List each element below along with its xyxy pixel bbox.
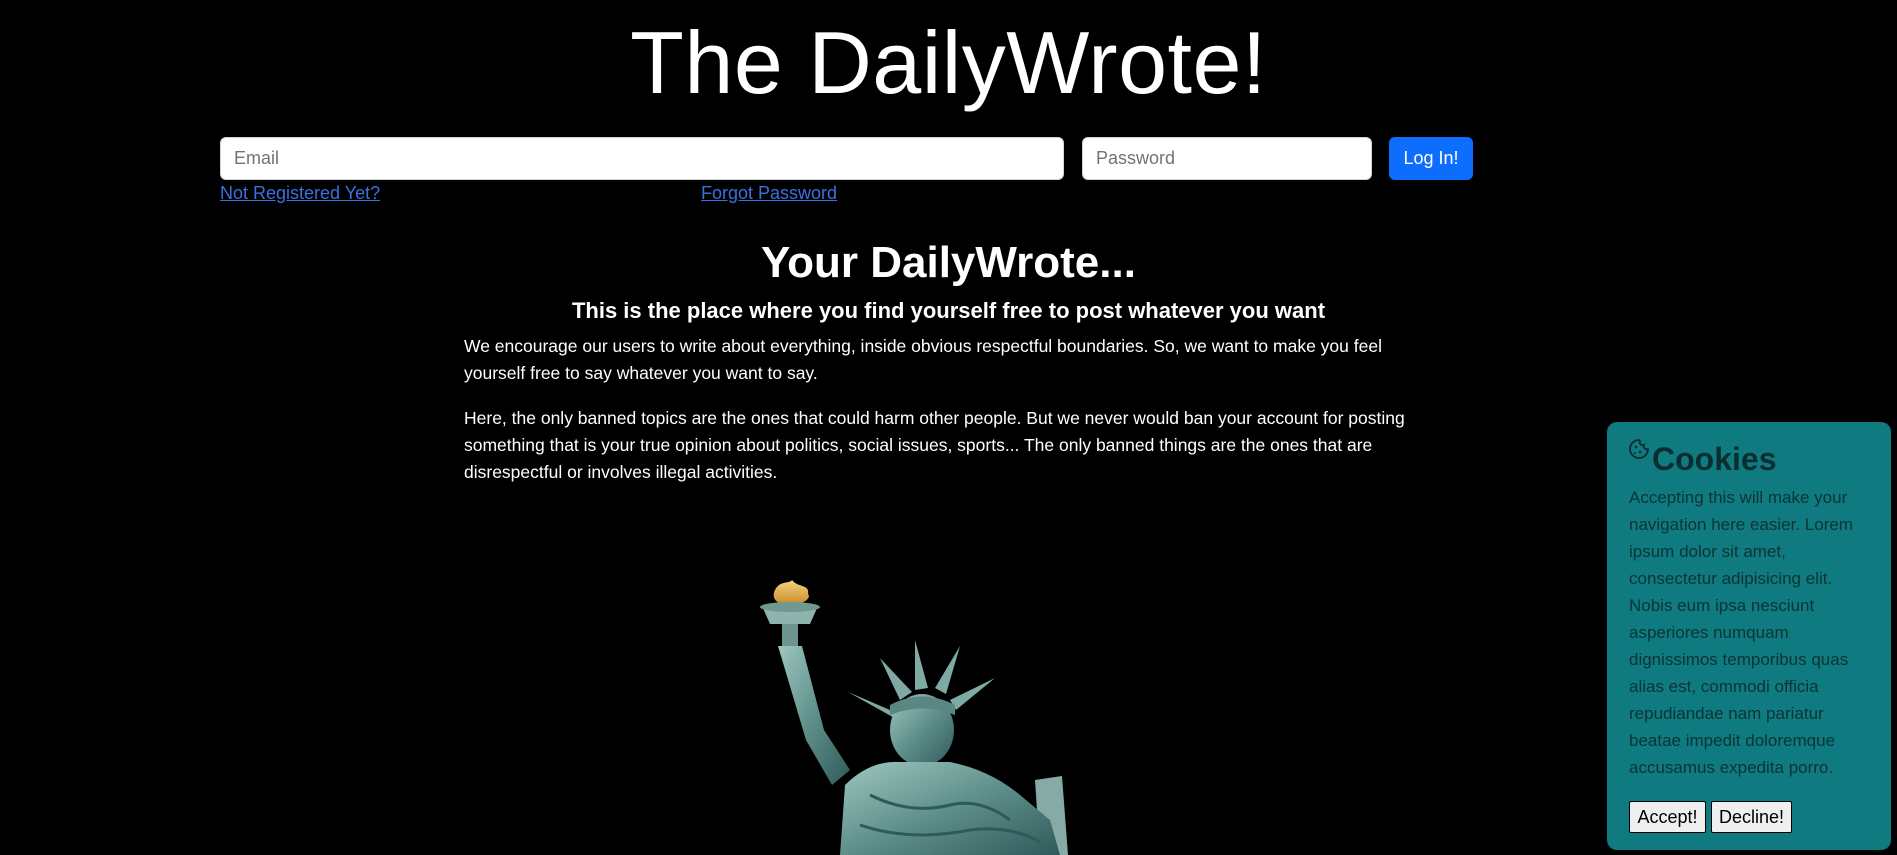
hero-subtitle: This is the place where you find yoursel…	[571, 298, 1326, 323]
decline-cookies-button[interactable]: Decline!	[1711, 801, 1792, 833]
cookie-icon	[1629, 439, 1649, 459]
cookie-heading: Cookies	[1628, 438, 1776, 479]
accept-cookies-button[interactable]: Accept!	[1629, 801, 1706, 833]
statue-of-liberty-image	[760, 580, 1068, 855]
cookie-title: Cookies	[1652, 441, 1777, 477]
cookie-description: Accepting this will make your navigation…	[1629, 488, 1853, 777]
login-button[interactable]: Log In!	[1389, 137, 1473, 180]
forgot-password-link[interactable]: Forgot Password	[701, 183, 837, 204]
register-link[interactable]: Not Registered Yet?	[220, 183, 380, 204]
page: The DailyWrote! Log In! Not Registered Y…	[0, 0, 1897, 855]
rules-paragraph: Here, the only banned topics are the one…	[464, 408, 1405, 482]
password-input[interactable]	[1082, 137, 1372, 180]
site-title: The DailyWrote!	[630, 13, 1267, 112]
hero-title: Your DailyWrote...	[761, 238, 1136, 287]
intro-paragraph: We encourage our users to write about ev…	[464, 336, 1382, 383]
email-input[interactable]	[220, 137, 1064, 180]
cookie-consent-panel: Cookies Accepting this will make your na…	[1607, 422, 1891, 850]
